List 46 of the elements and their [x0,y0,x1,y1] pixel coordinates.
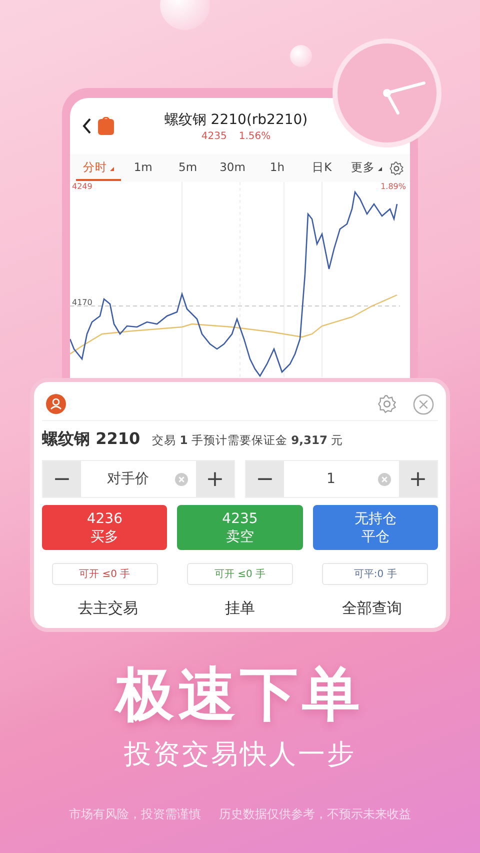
plus-button[interactable]: + [399,461,437,497]
margin-note: 交易 1 手预计需要保证金 9,317 元 [152,433,344,448]
app-logo-icon [98,117,114,135]
axis-label: 4249 [72,182,92,191]
field-value: 对手价 [106,470,150,488]
stepper-field[interactable]: − 对手价 + [42,460,235,498]
order-button[interactable]: 4236 买多 [42,505,168,550]
order-button[interactable]: 无持仓 平仓 [312,505,438,550]
period-tab[interactable]: 1h [254,156,300,180]
available-quantity: 可平:0 手 [322,563,428,585]
headline: 极速下单 [116,659,364,730]
user-icon[interactable] [46,394,66,414]
subheadline: 投资交易快人一步 [124,738,356,772]
disclaimer-text: 市场有风险，投资需谨慎 [69,806,201,823]
settings-icon[interactable] [389,160,404,176]
available-quantity: 可开 ≤0 手 [52,563,158,585]
clear-icon[interactable] [378,472,391,486]
period-tab[interactable]: 5m [165,156,210,180]
available-quantity: 可开 ≤0 手 [186,563,293,585]
decorative-bubble [290,45,312,67]
last-price: 4235 [201,130,227,142]
axis-label: 4170 [72,298,92,307]
footer-link[interactable]: 去主交易 [42,593,174,624]
period-tab[interactable]: 日K [300,156,344,180]
period-tab[interactable]: 分时 [76,156,121,180]
close-icon[interactable] [413,394,434,414]
clear-icon[interactable] [175,472,188,486]
period-tab[interactable]: 更多 [344,156,390,180]
axis-label: 1.89% [380,182,406,191]
contract-title: 螺纹钢 2210(rb2210) [164,110,308,128]
price-change: 1.56% [238,130,271,142]
settings-icon[interactable] [377,394,397,414]
period-tab[interactable]: 1m [120,156,166,180]
contract-name: 螺纹钢 2210 [42,429,140,450]
dropdown-icon [110,166,114,170]
dropdown-icon [378,166,382,170]
period-tab[interactable]: 30m [210,156,255,180]
minus-button[interactable]: − [246,461,284,497]
disclaimer-text: 历史数据仅供参考，不预示未来收益 [219,806,411,823]
footer-link[interactable]: 挂单 [174,593,306,624]
plus-button[interactable]: + [196,461,234,497]
back-icon[interactable] [82,118,92,134]
stepper-field[interactable]: − 1 + [245,460,438,498]
minus-button[interactable]: − [43,461,81,497]
field-value: 1 [326,471,336,487]
footer-link[interactable]: 全部查询 [306,593,438,624]
